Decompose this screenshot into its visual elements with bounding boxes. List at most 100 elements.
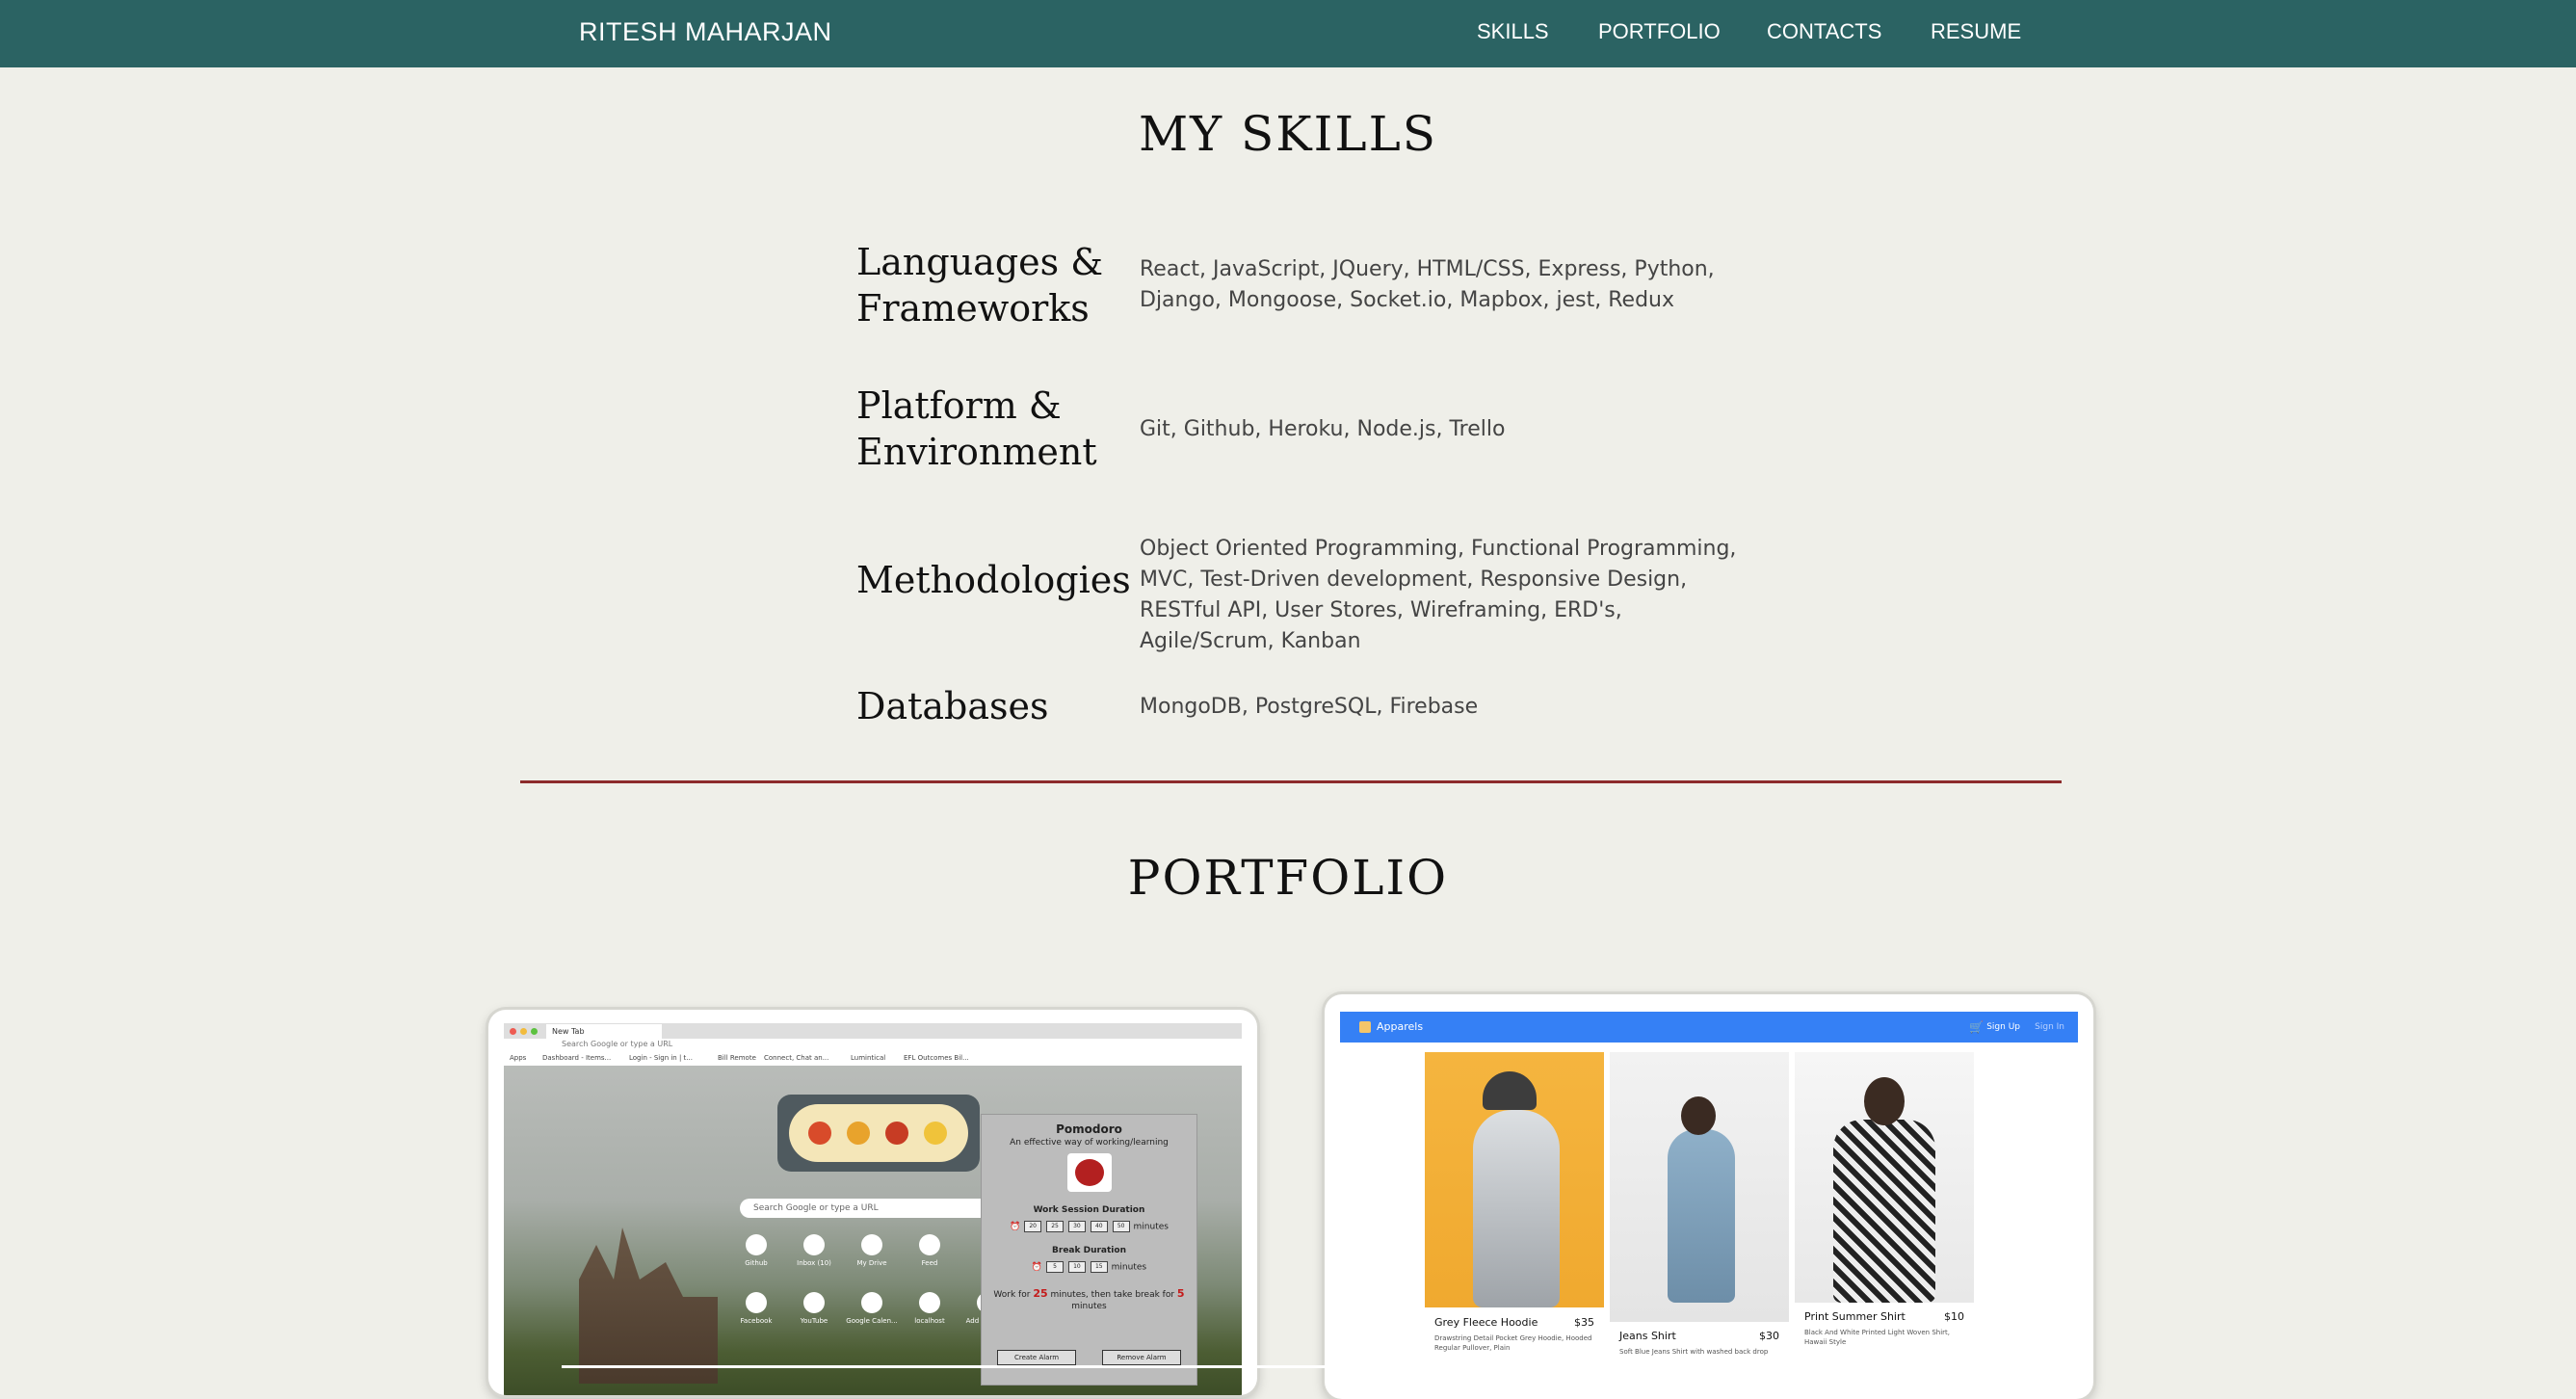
product-card[interactable]: Print Summer Shirt $10 Black And White P… (1795, 1052, 1974, 1399)
shortcut-label: Github (745, 1259, 768, 1267)
portfolio-card-pomodoro[interactable]: New Tab Search Google or type a URL Apps… (488, 1010, 1257, 1395)
bookmark-item: Bill Remote (718, 1054, 756, 1062)
close-dot-icon (510, 1028, 516, 1035)
skill-category-desc: MongoDB, PostgreSQL, Firebase (1140, 695, 1479, 719)
break-option[interactable]: 10 (1067, 1261, 1086, 1273)
work-option[interactable]: 20 (1024, 1221, 1042, 1232)
maximize-dot-icon (531, 1028, 538, 1035)
doodle-lantern-icon (924, 1122, 947, 1145)
nav-portfolio-link[interactable]: PORTFOLIO (1598, 0, 1721, 67)
shortcut-item[interactable]: Inbox (10) (785, 1234, 843, 1267)
product-image (1425, 1052, 1604, 1307)
product-price: $35 (1574, 1316, 1594, 1329)
alarm-clock-icon: ⏰ (1010, 1222, 1021, 1232)
summary-work-value: 25 (1033, 1287, 1048, 1300)
bookmark-item: Apps (510, 1054, 527, 1062)
youtube-icon (803, 1292, 825, 1313)
create-alarm-button[interactable]: Create Alarm (997, 1350, 1076, 1365)
shop-logo-icon (1359, 1021, 1371, 1033)
summary-break-value: 5 (1176, 1287, 1185, 1300)
section-divider (520, 780, 2062, 783)
shortcut-label: Feed (921, 1259, 938, 1267)
shortcut-item[interactable]: Google Calen... (843, 1292, 901, 1325)
model-head (1681, 1096, 1716, 1135)
product-description: Black And White Printed Light Woven Shir… (1804, 1329, 1950, 1346)
work-duration-label: Work Session Duration (1033, 1205, 1145, 1215)
product-name: Print Summer Shirt (1804, 1310, 1906, 1323)
browser-tabbar: New Tab (504, 1023, 1242, 1039)
bookmark-item: Login - Sign in | t... (629, 1054, 693, 1062)
work-option[interactable]: 40 (1090, 1221, 1108, 1232)
shortcut-item[interactable]: Github (727, 1234, 785, 1267)
shortcut-item[interactable]: Facebook (727, 1292, 785, 1325)
shop-signin-link[interactable]: Sign In (2035, 1012, 2064, 1043)
break-option[interactable]: 15 (1090, 1261, 1108, 1273)
skill-category-desc: React, JavaScript, JQuery, HTML/CSS, Exp… (1140, 257, 1715, 312)
skill-category-name: Platform & Environment (856, 384, 1097, 473)
summary-text: Work for (993, 1290, 1031, 1300)
feed-icon (919, 1234, 940, 1255)
shortcut-label: Inbox (10) (797, 1259, 831, 1267)
portfolio-heading: PORTFOLIO (1127, 850, 1449, 906)
github-icon (746, 1234, 767, 1255)
shop-navbar: Apparels 🛒 Sign Up Sign In (1340, 1012, 2078, 1043)
pomodoro-popup: Pomodoro An effective way of working/lea… (981, 1114, 1197, 1386)
facebook-icon (746, 1292, 767, 1313)
top-navbar: RITESH MAHARJAN SKILLS PORTFOLIO CONTACT… (0, 0, 2576, 67)
shortcut-item[interactable]: Feed (901, 1234, 959, 1267)
work-option[interactable]: 30 (1067, 1221, 1086, 1232)
hoodie-figure (1473, 1110, 1560, 1307)
product-card[interactable]: Grey Fleece Hoodie $35 Drawstring Detail… (1425, 1052, 1604, 1399)
google-search-input[interactable]: Search Google or type a URL (740, 1199, 990, 1218)
summary-text: minutes, then take break for (1050, 1290, 1175, 1300)
nav-resume-link[interactable]: RESUME (1931, 0, 2021, 67)
shortcut-label: Google Calen... (846, 1317, 898, 1325)
skill-category-name: Languages & Frameworks (856, 241, 1104, 330)
shortcut-item[interactable]: YouTube (785, 1292, 843, 1325)
shortcut-item[interactable]: My Drive (843, 1234, 901, 1267)
shortcut-label: My Drive (856, 1259, 887, 1267)
browser-background-image: Search Google or type a URL Github Inbox… (504, 1066, 1242, 1395)
nav-skills-link[interactable]: SKILLS (1477, 0, 1549, 67)
nav-contacts-link[interactable]: CONTACTS (1767, 0, 1881, 67)
unit-label: minutes (1133, 1222, 1169, 1232)
product-price: $30 (1759, 1330, 1779, 1342)
break-duration-label: Break Duration (1052, 1246, 1126, 1255)
product-image (1795, 1052, 1974, 1303)
model-head (1864, 1077, 1905, 1125)
minimize-dot-icon (520, 1028, 527, 1035)
jeans-shirt-figure (1668, 1129, 1735, 1303)
shop-signup-link[interactable]: Sign Up (1986, 1012, 2020, 1043)
product-card[interactable]: Jeans Shirt $30 Soft Blue Jeans Shirt wi… (1610, 1052, 1789, 1399)
break-option[interactable]: 5 (1046, 1261, 1065, 1273)
browser-tab: New Tab (546, 1024, 662, 1039)
alarm-clock-icon: ⏰ (1031, 1262, 1043, 1273)
unit-label: minutes (1111, 1262, 1147, 1273)
bookmark-item: Connect, Chat an... (764, 1054, 829, 1062)
doodle-lantern-icon (847, 1122, 870, 1145)
portfolio-card-apparels[interactable]: Apparels 🛒 Sign Up Sign In Grey Fleece H… (1325, 994, 2093, 1399)
google-doodle (777, 1095, 980, 1172)
product-name: Jeans Shirt (1619, 1330, 1676, 1342)
bookmark-item: Lumintical (851, 1054, 886, 1062)
remove-alarm-button[interactable]: Remove Alarm (1102, 1350, 1181, 1365)
product-price: $10 (1944, 1310, 1964, 1323)
tomato-timer-icon (1066, 1153, 1112, 1192)
browser-urlbar: Search Google or type a URL (504, 1039, 1242, 1053)
skill-category-name: Methodologies (856, 559, 1131, 601)
print-shirt-figure (1833, 1120, 1935, 1303)
shortcut-label: Facebook (740, 1317, 773, 1325)
pomodoro-subtitle: An effective way of working/learning (1010, 1138, 1169, 1148)
product-image (1610, 1052, 1789, 1322)
site-brand[interactable]: RITESH MAHARJAN (579, 0, 832, 67)
summary-text: minutes (1071, 1302, 1107, 1311)
doodle-lantern-icon (808, 1122, 831, 1145)
cart-icon[interactable]: 🛒 (1969, 1012, 1984, 1043)
localhost-icon (919, 1292, 940, 1313)
shop-brand[interactable]: Apparels (1377, 1012, 1423, 1043)
skill-category-desc: Object Oriented Programming, Functional … (1140, 537, 1737, 653)
drive-icon (861, 1234, 882, 1255)
work-option[interactable]: 50 (1112, 1221, 1130, 1232)
work-option[interactable]: 25 (1046, 1221, 1065, 1232)
shortcut-item[interactable]: localhost (901, 1292, 959, 1325)
